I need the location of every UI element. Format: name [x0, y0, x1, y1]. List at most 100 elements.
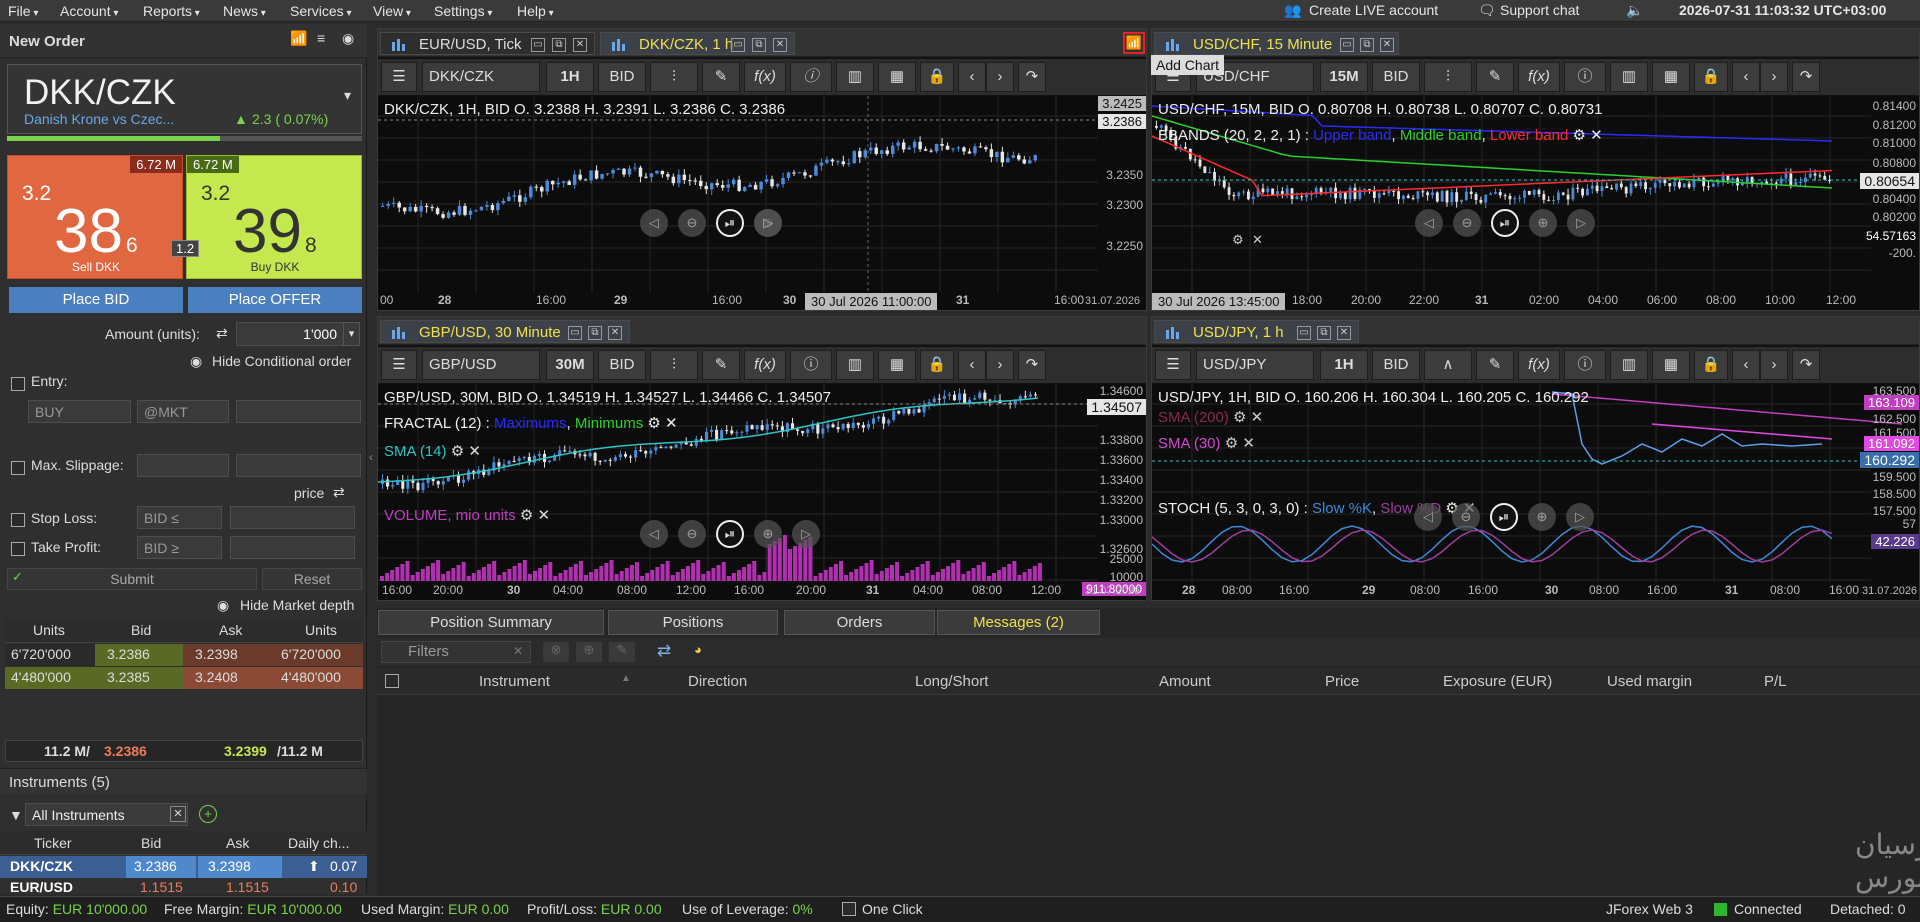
- draw-pencil-icon[interactable]: ✎: [702, 350, 740, 380]
- tab-position-summary[interactable]: Position Summary: [378, 610, 604, 635]
- chart-plot[interactable]: USD/CHF, 15M, BID O. 0.80708 H. 0.80738 …: [1152, 96, 1919, 310]
- speaker-icon[interactable]: 🔈: [1626, 2, 1643, 19]
- minimize-icon[interactable]: ▭: [1340, 38, 1354, 52]
- hide-depth-toggle[interactable]: Hide Market depth: [240, 597, 354, 613]
- zoom-out-icon[interactable]: ⊖: [678, 209, 706, 237]
- tab-orders[interactable]: Orders: [784, 610, 935, 635]
- close-icon[interactable]: ✕: [573, 38, 587, 52]
- nav-forward-icon[interactable]: ▷: [1567, 209, 1595, 237]
- function-icon[interactable]: f(x): [1518, 350, 1560, 380]
- gear-icon[interactable]: ⚙: [1232, 232, 1244, 248]
- take-profit-side-select[interactable]: BID ≥: [137, 536, 222, 559]
- close-icon[interactable]: ✕: [1337, 326, 1351, 340]
- calendar-icon[interactable]: ▦: [878, 62, 916, 92]
- chart-icon[interactable]: 📶: [290, 30, 307, 47]
- buy-button[interactable]: 6.72 M 3.2 39 8 Buy DKK: [186, 155, 362, 279]
- info-icon[interactable]: ⓘ: [790, 62, 832, 92]
- side-select[interactable]: BID: [1372, 62, 1420, 92]
- menu-help[interactable]: Help: [517, 3, 554, 19]
- sell-button[interactable]: 6.72 M 3.2 38 6 Sell DKK: [7, 155, 183, 279]
- chart-plot[interactable]: GBP/USD, 30M, BID O. 1.34519 H. 1.34527 …: [378, 384, 1146, 600]
- minimize-icon[interactable]: ▭: [731, 38, 745, 52]
- play-icon[interactable]: ⏯: [716, 520, 744, 548]
- one-click-checkbox[interactable]: [842, 902, 856, 916]
- add-instrument-icon[interactable]: +: [199, 805, 217, 823]
- calendar-icon[interactable]: ▦: [1652, 62, 1690, 92]
- hamburger-icon[interactable]: ☰: [381, 62, 417, 92]
- edit-icon[interactable]: ✎: [609, 642, 635, 662]
- line-type-icon[interactable]: ∧: [1424, 350, 1472, 380]
- gear-icon[interactable]: ⚙: [1572, 127, 1585, 144]
- draw-pencil-icon[interactable]: ✎: [1476, 350, 1514, 380]
- tab-usdchf-15m[interactable]: USD/CHF, 15 Minute ▭ ⧉ ✕: [1154, 32, 1399, 55]
- gear-icon[interactable]: ⚙: [1225, 435, 1238, 452]
- scroll-right-icon[interactable]: ›: [1760, 62, 1788, 92]
- auto-scroll-icon[interactable]: ↷: [1792, 62, 1820, 92]
- function-icon[interactable]: f(x): [744, 350, 786, 380]
- scroll-right-icon[interactable]: ›: [986, 350, 1014, 380]
- minimize-icon[interactable]: ▭: [568, 326, 582, 340]
- amount-input[interactable]: 1'000: [236, 322, 344, 346]
- support-chat-link[interactable]: Support chat: [1500, 2, 1579, 18]
- close-icon[interactable]: ✕: [773, 38, 787, 52]
- scroll-left-icon[interactable]: ‹: [958, 62, 986, 92]
- entry-price-input[interactable]: [236, 400, 361, 423]
- swap-icon[interactable]: ⇄: [333, 484, 345, 501]
- side-select[interactable]: BID: [1372, 350, 1420, 380]
- entry-side-select[interactable]: BUY: [28, 400, 131, 423]
- close-icon[interactable]: ✕: [608, 326, 622, 340]
- place-bid-button[interactable]: Place BID: [9, 287, 183, 313]
- filters-input[interactable]: Filters: [381, 641, 531, 663]
- side-select[interactable]: BID: [598, 62, 646, 92]
- close-icon[interactable]: ✕: [170, 806, 186, 822]
- bar-chart-icon[interactable]: ▥: [836, 350, 874, 380]
- pie-chart-icon[interactable]: ◕: [694, 642, 702, 657]
- entry-checkbox[interactable]: [11, 377, 25, 391]
- bar-chart-icon[interactable]: ▥: [1610, 62, 1648, 92]
- take-profit-checkbox[interactable]: [11, 542, 25, 556]
- hamburger-icon[interactable]: ☰: [1155, 350, 1191, 380]
- detach-icon[interactable]: ⧉: [552, 38, 566, 52]
- slippage-extra-input[interactable]: [236, 454, 361, 477]
- function-icon[interactable]: f(x): [1518, 62, 1560, 92]
- period-select[interactable]: 30M: [546, 350, 594, 380]
- tab-messages[interactable]: Messages (2): [937, 610, 1100, 635]
- col-long-short[interactable]: Long/Short: [915, 673, 988, 690]
- function-icon[interactable]: f(x): [744, 62, 786, 92]
- minimize-icon[interactable]: ▭: [1297, 326, 1311, 340]
- auto-scroll-icon[interactable]: ↷: [1018, 350, 1046, 380]
- hide-conditional-toggle[interactable]: Hide Conditional order: [212, 353, 351, 369]
- close-icon[interactable]: ✕: [1380, 38, 1394, 52]
- gear-icon[interactable]: ⚙: [647, 415, 660, 432]
- instrument-filter-select[interactable]: All Instruments: [25, 803, 188, 826]
- col-instrument[interactable]: Instrument: [479, 673, 550, 690]
- lock-icon[interactable]: 🔒: [920, 62, 954, 92]
- zoom-out-icon[interactable]: ⊖: [678, 520, 706, 548]
- scroll-right-icon[interactable]: ›: [1760, 350, 1788, 380]
- instrument-row[interactable]: DKK/CZK 3.2386 3.2398 ⬆ 0.07: [0, 856, 367, 878]
- zoom-out-icon[interactable]: ⊖: [1452, 503, 1480, 531]
- close-icon[interactable]: ✕: [1242, 435, 1255, 452]
- col-price[interactable]: Price: [1325, 673, 1359, 690]
- nav-forward-icon[interactable]: ▷: [754, 209, 782, 237]
- bar-chart-icon[interactable]: ▥: [1610, 350, 1648, 380]
- swap-icon[interactable]: ⇄: [657, 641, 671, 661]
- sort-icon[interactable]: ▲: [621, 673, 631, 684]
- lock-icon[interactable]: 🔒: [920, 350, 954, 380]
- eye-icon[interactable]: ◉: [342, 30, 354, 47]
- lock-icon[interactable]: 🔒: [1694, 62, 1728, 92]
- close-icon[interactable]: ✕: [665, 415, 678, 432]
- symbol-select[interactable]: USD/JPY: [1196, 350, 1314, 380]
- stop-loss-checkbox[interactable]: [11, 513, 25, 527]
- close-icon[interactable]: ✕: [468, 443, 481, 460]
- lock-icon[interactable]: 🔒: [1694, 350, 1728, 380]
- gear-icon[interactable]: ⚙: [1233, 409, 1246, 426]
- hamburger-icon[interactable]: ☰: [381, 350, 417, 380]
- play-icon[interactable]: ⏯: [716, 209, 744, 237]
- merge-icon[interactable]: ⊕: [576, 642, 602, 662]
- menu-view[interactable]: View: [373, 3, 411, 19]
- close-icon[interactable]: ✕: [1590, 127, 1603, 144]
- auto-scroll-icon[interactable]: ↷: [1018, 62, 1046, 92]
- zoom-out-icon[interactable]: ⊖: [1453, 209, 1481, 237]
- slippage-input[interactable]: [137, 454, 229, 477]
